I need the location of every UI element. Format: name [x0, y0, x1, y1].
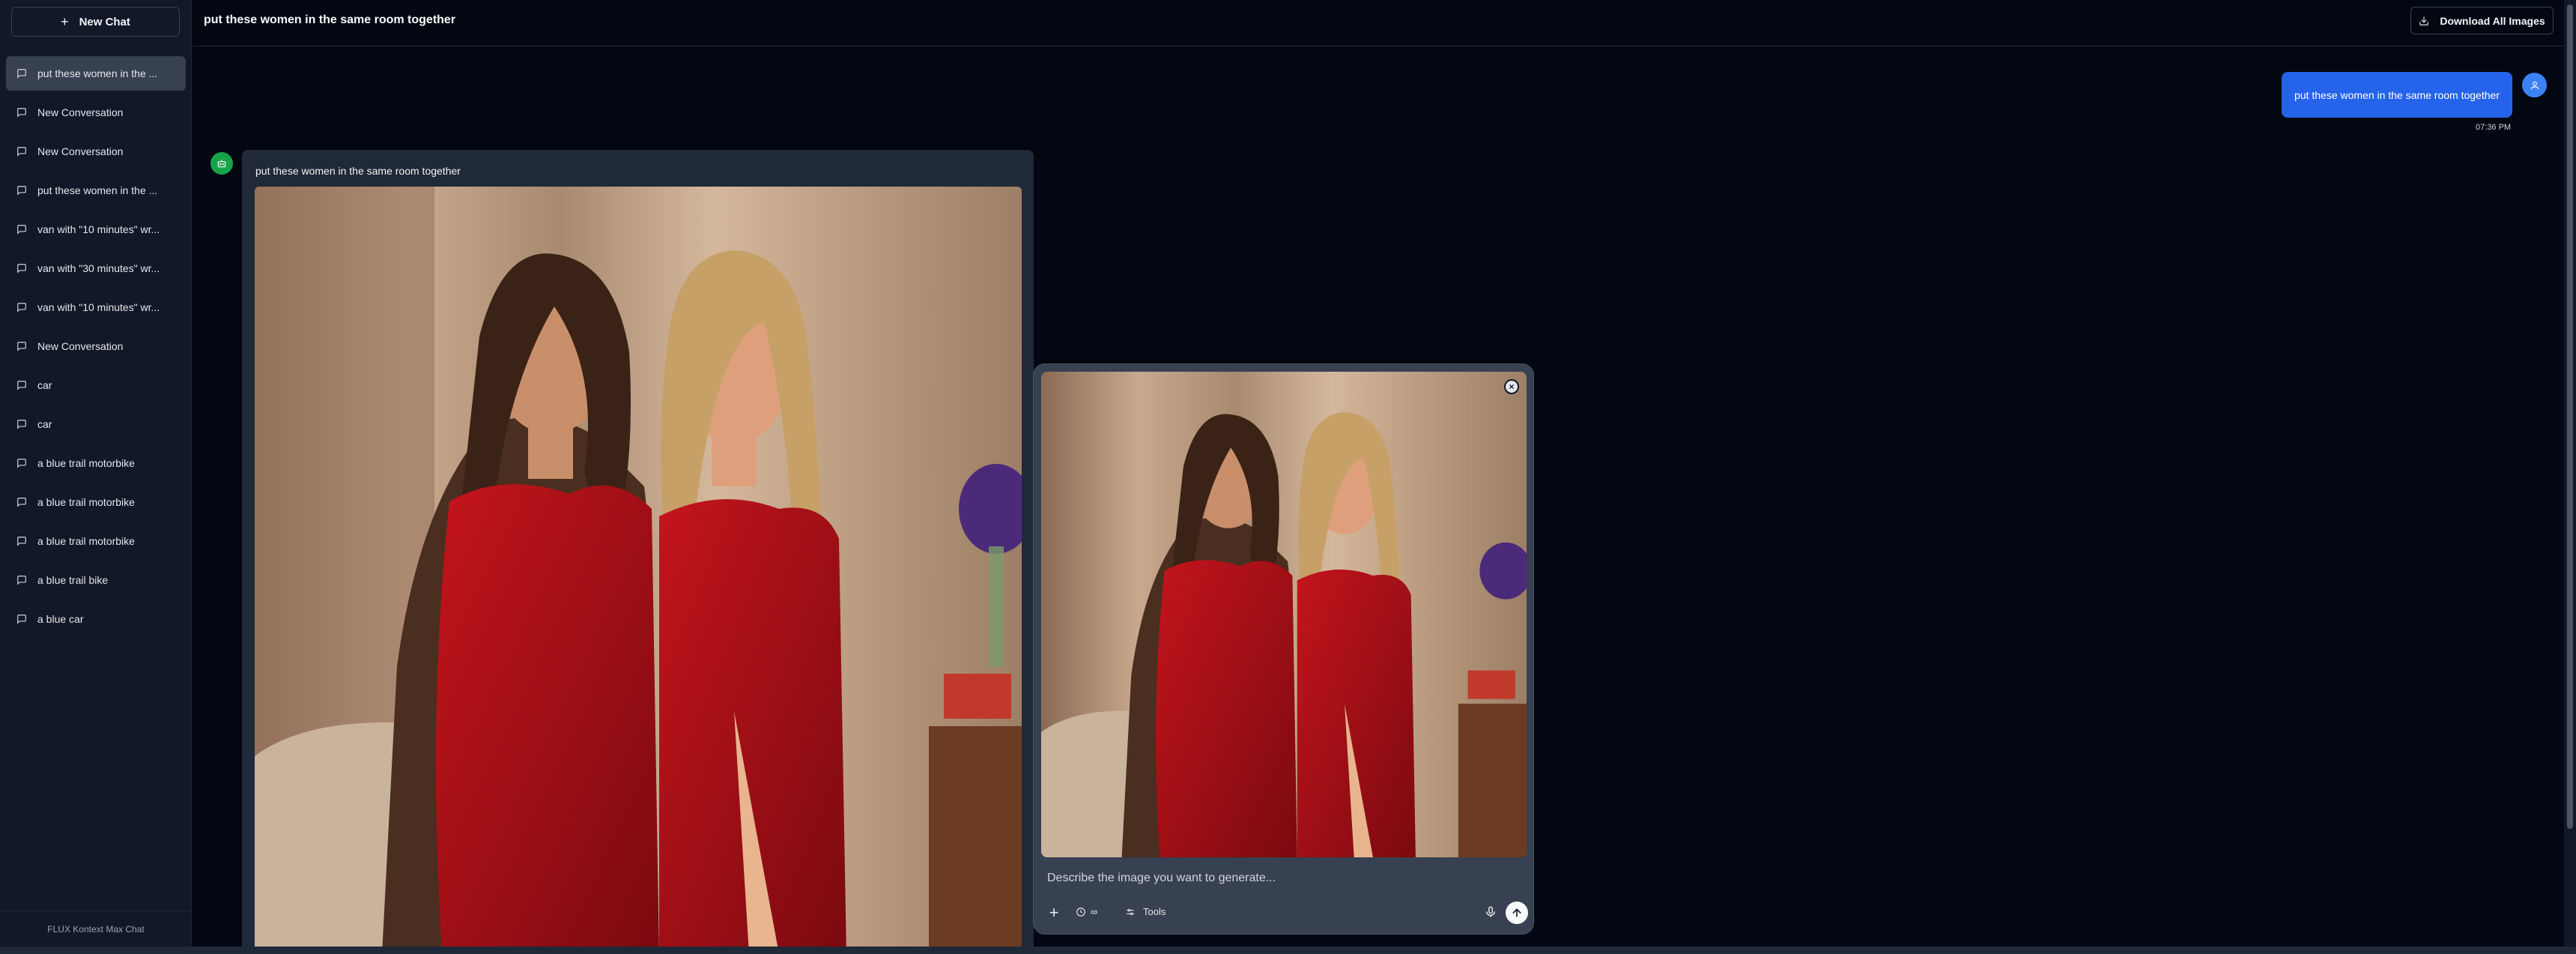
user-message-text: put these women in the same room togethe… [2294, 88, 2500, 101]
message-square-icon [17, 186, 26, 196]
conversation-item[interactable]: put these women in the ... [6, 173, 186, 208]
conversation-item[interactable]: car [6, 368, 186, 402]
new-chat-label: New Chat [79, 15, 130, 28]
timer-label: ∞ [1091, 906, 1098, 917]
conversation-label: put these women in the ... [37, 67, 158, 79]
message-square-icon [17, 303, 26, 313]
close-icon: × [1509, 381, 1515, 392]
conversation-label: car [37, 379, 52, 391]
download-label: Download All Images [2440, 14, 2545, 27]
message-square-icon [17, 381, 26, 390]
conversation-item[interactable]: van with "10 minutes" wr... [6, 290, 186, 324]
page-title: put these women in the same room togethe… [204, 13, 456, 26]
tools-label: Tools [1143, 906, 1166, 917]
conversation-item[interactable]: a blue trail motorbike [6, 485, 186, 519]
plus-icon: + [61, 13, 69, 29]
preview-illustration [1041, 372, 1527, 857]
image-preview: × [1041, 372, 1527, 857]
conversation-item[interactable]: car [6, 407, 186, 441]
conversation-label: car [37, 418, 52, 430]
message-square-icon [17, 537, 26, 546]
message-square-icon [17, 69, 26, 79]
add-attachment-button[interactable]: + [1044, 903, 1064, 923]
message-square-icon [17, 459, 26, 468]
generated-image[interactable] [255, 187, 1022, 954]
composer-toolbar: + ∞ Tools [1044, 902, 1528, 924]
user-message-time: 07:36 PM [2476, 123, 2512, 132]
message-square-icon [17, 225, 26, 235]
conversation-item[interactable]: a blue car [6, 602, 186, 636]
conversation-label: a blue car [37, 613, 84, 625]
conversation-label: New Conversation [37, 145, 124, 157]
arrow-up-icon [1512, 908, 1521, 917]
plus-icon: + [1049, 903, 1059, 922]
conversation-label: van with "10 minutes" wr... [37, 223, 160, 235]
new-chat-button[interactable]: + New Chat [11, 7, 180, 37]
conversation-item[interactable]: van with "30 minutes" wr... [6, 251, 186, 286]
header: put these women in the same room togethe… [193, 0, 2576, 46]
conversation-item[interactable]: a blue trail motorbike [6, 524, 186, 558]
close-preview-button[interactable]: × [1504, 379, 1519, 394]
message-square-icon [17, 147, 26, 157]
clock-icon [1076, 907, 1085, 917]
conversation-item[interactable]: New Conversation [6, 95, 186, 130]
conversation-label: a blue trail motorbike [37, 457, 135, 469]
message-square-icon [17, 615, 26, 624]
microphone-icon [1486, 906, 1495, 917]
user-avatar [2522, 73, 2547, 97]
bot-icon [217, 160, 226, 168]
send-button[interactable] [1506, 902, 1528, 924]
sidebar-footer: FLUX Kontext Max Chat [0, 911, 192, 947]
conversation-label: New Conversation [37, 340, 124, 352]
bot-message-card: put these women in the same room togethe… [242, 150, 1034, 954]
scrollbar[interactable] [2564, 0, 2576, 947]
sliders-icon [1127, 908, 1134, 915]
conversation-list: put these women in the ... New Conversati… [6, 56, 186, 641]
conversation-item[interactable]: a blue trail bike [6, 563, 186, 597]
message-square-icon [17, 576, 26, 585]
conversation-label: a blue trail motorbike [37, 496, 135, 508]
conversation-item[interactable]: van with "10 minutes" wr... [6, 212, 186, 247]
conversation-label: New Conversation [37, 106, 124, 118]
sidebar: + New Chat put these women in the ... New… [0, 0, 192, 947]
conversation-item[interactable]: New Conversation [6, 134, 186, 169]
user-icon [2530, 81, 2539, 89]
microphone-button[interactable] [1484, 905, 1497, 923]
composer-panel: × + ∞ Tools [1033, 363, 1534, 935]
conversation-label: van with "30 minutes" wr... [37, 262, 160, 274]
generated-image-illustration [255, 187, 1022, 954]
conversation-item[interactable]: New Conversation [6, 329, 186, 363]
tools-button[interactable]: Tools [1125, 906, 1166, 917]
conversation-item[interactable]: put these women in the ... [6, 56, 186, 91]
bot-prompt-text: put these women in the same room togethe… [255, 165, 461, 177]
download-all-images-button[interactable]: Download All Images [2410, 7, 2554, 34]
scrollbar-thumb[interactable] [2567, 4, 2573, 829]
message-square-icon [17, 342, 26, 351]
conversation-label: a blue trail motorbike [37, 535, 135, 547]
message-square-icon [17, 108, 26, 118]
bottom-edge-bar [0, 947, 2576, 954]
conversation-label: put these women in the ... [37, 184, 158, 196]
message-square-icon [17, 264, 26, 274]
message-square-icon [17, 498, 26, 507]
user-message-bubble: put these women in the same room togethe… [2282, 72, 2512, 118]
timer-button[interactable]: ∞ [1076, 906, 1097, 917]
bot-avatar [210, 152, 233, 175]
message-square-icon [17, 420, 26, 429]
conversation-label: a blue trail bike [37, 574, 109, 586]
conversation-item[interactable]: a blue trail motorbike [6, 446, 186, 480]
prompt-input[interactable] [1047, 872, 1512, 885]
conversation-label: van with "10 minutes" wr... [37, 301, 160, 313]
download-icon [2419, 16, 2429, 25]
